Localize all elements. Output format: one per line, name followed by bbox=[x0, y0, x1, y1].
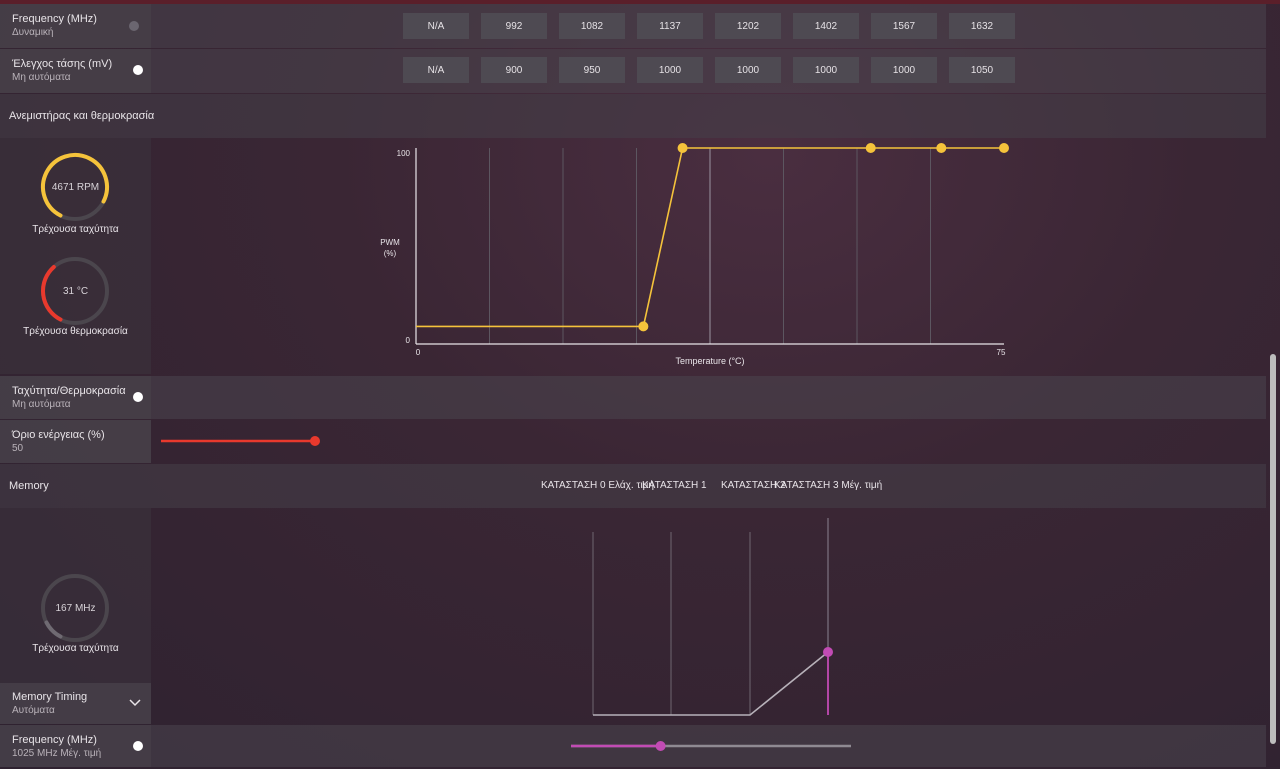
memory-gauge-caption: Τρέχουσα ταχύτητα bbox=[32, 643, 119, 654]
memory-timing-label-block[interactable]: Memory Timing Αυτόματα bbox=[0, 683, 151, 724]
memory-gauge-arc bbox=[44, 620, 63, 639]
fan-section-header: Ανεμιστήρας και θερμοκρασία bbox=[0, 94, 1266, 138]
memory-state-3: ΚΑΤΑΣΤΑΣΗ 3 Μέγ. τιμή bbox=[774, 480, 883, 491]
fan-chart-grid bbox=[489, 148, 931, 344]
speed-temp-label-block: Ταχύτητα/Θερμοκρασία Μη αυτόματα bbox=[0, 376, 151, 419]
chevron-down-icon[interactable] bbox=[129, 699, 141, 707]
memory-slider-thumb[interactable] bbox=[655, 741, 666, 751]
memory-frequency-row: Frequency (MHz) 1025 MHz Μέγ. τιμή bbox=[0, 725, 1266, 767]
memory-gauge-value: 167 MHz bbox=[55, 603, 96, 614]
voltage-row: Έλεγχος τάσης (mV) Μη αυτόματα N/A 900 950… bbox=[0, 49, 1266, 93]
voltage-title: Έλεγχος τάσης (mV) bbox=[12, 58, 113, 70]
fan-y-tick-max: 100 bbox=[397, 149, 411, 158]
voltage-cells: N/A 900 950 1000 1000 1000 1000 1050 bbox=[403, 57, 1015, 83]
frequency-cell-1[interactable]: 992 bbox=[481, 13, 547, 39]
wattman-panel: Frequency (MHz) Δυναμική N/A 992 1082 1137 1… bbox=[0, 0, 1280, 769]
speed-gauge-value: 4671 RPM bbox=[51, 182, 100, 193]
speed-temp-row: Ταχύτητα/Θερμοκρασία Μη αυτόματα bbox=[0, 376, 1266, 419]
voltage-cell-6[interactable]: 1000 bbox=[871, 57, 937, 83]
frequency-cell-2[interactable]: 1082 bbox=[559, 13, 625, 39]
power-slider-thumb[interactable] bbox=[310, 436, 320, 446]
memory-gauge-panel: 167 MHz Τρέχουσα ταχύτητα bbox=[0, 508, 151, 683]
fan-y-tick-min: 0 bbox=[406, 336, 411, 345]
power-limit-content bbox=[151, 420, 1266, 463]
fan-x-tick-max: 75 bbox=[997, 348, 1006, 357]
power-limit-label-block: Όριο ενέργειας (%) 50 bbox=[0, 420, 151, 463]
frequency-cell-5[interactable]: 1402 bbox=[793, 13, 859, 39]
fan-curve-points[interactable] bbox=[638, 143, 1009, 332]
power-limit-slider[interactable] bbox=[151, 420, 351, 463]
memory-frequency-title: Frequency (MHz) bbox=[12, 734, 97, 746]
speed-temp-content bbox=[151, 376, 1266, 419]
memory-section-title: Memory bbox=[9, 480, 49, 492]
voltage-cell-7[interactable]: 1050 bbox=[949, 57, 1015, 83]
voltage-cell-0[interactable]: N/A bbox=[403, 57, 469, 83]
frequency-cell-6[interactable]: 1567 bbox=[871, 13, 937, 39]
voltage-cell-1[interactable]: 900 bbox=[481, 57, 547, 83]
speed-temp-mode: Μη αυτόματα bbox=[12, 399, 71, 410]
fan-curve-point-4[interactable] bbox=[936, 143, 947, 153]
voltage-toggle[interactable] bbox=[133, 65, 143, 75]
voltage-cell-4[interactable]: 1000 bbox=[715, 57, 781, 83]
memory-timing-row: Memory Timing Αυτόματα bbox=[0, 683, 1266, 724]
fan-curve-point-5[interactable] bbox=[999, 143, 1009, 153]
speed-gauge-caption: Τρέχουσα ταχύτητα bbox=[32, 224, 119, 235]
voltage-cell-3[interactable]: 1000 bbox=[637, 57, 703, 83]
speed-temp-toggle[interactable] bbox=[133, 392, 143, 402]
frequency-toggle[interactable] bbox=[129, 21, 139, 31]
voltage-cell-5[interactable]: 1000 bbox=[793, 57, 859, 83]
voltage-label-block: Έλεγχος τάσης (mV) Μη αυτόματα bbox=[0, 49, 151, 93]
frequency-cell-4[interactable]: 1202 bbox=[715, 13, 781, 39]
memory-frequency-mode: 1025 MHz Μέγ. τιμή bbox=[12, 748, 102, 759]
fan-y-label-line2: (%) bbox=[384, 249, 397, 258]
fan-gauges-panel: 4671 RPM Τρέχουσα ταχύτητα 31 °C Τρέχουσ… bbox=[0, 138, 151, 374]
memory-state-1: ΚΑΤΑΣΤΑΣΗ 1 bbox=[642, 480, 707, 491]
scrollbar-thumb[interactable] bbox=[1270, 354, 1276, 744]
fan-curve-point-2[interactable] bbox=[677, 143, 688, 153]
frequency-cell-7[interactable]: 1632 bbox=[949, 13, 1015, 39]
fan-x-label: Temperature (°C) bbox=[675, 356, 744, 366]
temp-gauge-value: 31 °C bbox=[62, 286, 89, 297]
voltage-values: N/A 900 950 1000 1000 1000 1000 1050 bbox=[151, 49, 1266, 93]
memory-frequency-label-block: Frequency (MHz) 1025 MHz Μέγ. τιμή bbox=[0, 725, 151, 767]
fan-gauges-svg bbox=[41, 152, 109, 325]
fan-curve-chart[interactable]: 100 0 0 75 Temperature (°C) PWM (%) bbox=[370, 138, 1070, 374]
power-limit-title: Όριο ενέργειας (%) bbox=[12, 429, 105, 441]
fan-curve-point-3[interactable] bbox=[865, 143, 876, 153]
memory-state-0: ΚΑΤΑΣΤΑΣΗ 0 Ελάχ. τιμή bbox=[541, 480, 654, 491]
memory-timing-content bbox=[151, 683, 1266, 724]
speed-temp-title: Ταχύτητα/Θερμοκρασία bbox=[12, 385, 126, 397]
fan-x-tick-min: 0 bbox=[416, 348, 421, 357]
memory-gauge-svg bbox=[41, 574, 109, 642]
memory-frequency-content bbox=[151, 725, 1266, 767]
frequency-values: N/A 992 1082 1137 1202 1402 1567 1632 bbox=[151, 4, 1266, 48]
fan-y-label-line1: PWM bbox=[380, 238, 400, 247]
power-limit-value: 50 bbox=[12, 443, 24, 454]
fan-curve-point-1[interactable] bbox=[638, 321, 649, 332]
frequency-label-block: Frequency (MHz) Δυναμική bbox=[0, 4, 151, 48]
voltage-mode: Μη αυτόματα bbox=[12, 72, 71, 83]
memory-frequency-slider[interactable] bbox=[561, 725, 861, 767]
frequency-row: Frequency (MHz) Δυναμική N/A 992 1082 1137 1… bbox=[0, 4, 1266, 48]
frequency-cells: N/A 992 1082 1137 1202 1402 1567 1632 bbox=[403, 13, 1015, 39]
frequency-cell-3[interactable]: 1137 bbox=[637, 13, 703, 39]
temp-gauge-caption: Τρέχουσα θερμοκρασία bbox=[23, 326, 128, 337]
memory-curve-point-max[interactable] bbox=[823, 647, 833, 657]
memory-frequency-toggle[interactable] bbox=[133, 741, 143, 751]
power-limit-row: Όριο ενέργειας (%) 50 bbox=[0, 420, 1266, 463]
voltage-cell-2[interactable]: 950 bbox=[559, 57, 625, 83]
frequency-cell-0[interactable]: N/A bbox=[403, 13, 469, 39]
